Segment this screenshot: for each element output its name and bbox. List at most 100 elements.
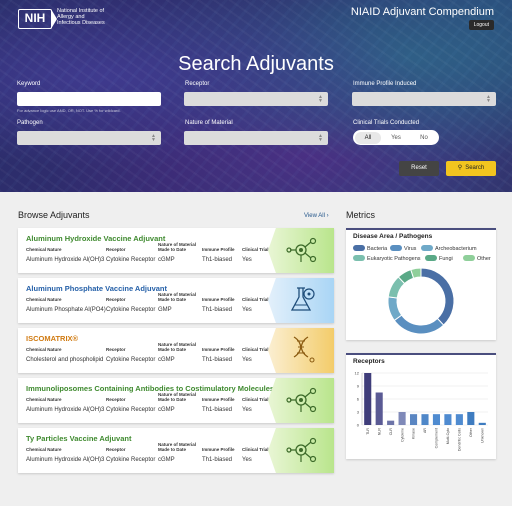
dna-icon xyxy=(293,336,315,363)
field-label-material: Nature of Material Made to Date xyxy=(158,392,197,402)
field-label-receptor: Receptor xyxy=(106,247,126,252)
browse-title: Browse Adjuvants xyxy=(18,210,90,220)
keyword-label: Keyword xyxy=(17,81,41,87)
field-value-immune: Th1-biased xyxy=(202,307,233,313)
field-label-receptor: Receptor xyxy=(106,397,126,402)
bar[interactable] xyxy=(444,414,452,425)
bar[interactable] xyxy=(467,412,475,425)
x-tick-label: Kinase xyxy=(412,428,416,439)
field-value-material: cGMP xyxy=(158,457,175,463)
bar[interactable] xyxy=(432,414,441,425)
trials-option-no[interactable]: No xyxy=(411,132,437,144)
bar[interactable] xyxy=(478,422,486,425)
bar[interactable] xyxy=(455,414,463,425)
material-label: Nature of Material xyxy=(185,120,233,126)
reset-button[interactable]: Reset xyxy=(399,161,439,176)
immune-profile-select[interactable]: ▲ ▼ xyxy=(352,92,496,106)
field-label-receptor: Receptor xyxy=(106,347,126,352)
adjuvant-name[interactable]: Aluminum Phosphate Vaccine Adjuvant xyxy=(26,284,167,293)
view-all-link[interactable]: View All › xyxy=(304,213,329,219)
field-value-immune: Th1-biased xyxy=(202,257,233,263)
nih-logo[interactable]: NIH xyxy=(18,8,57,29)
flask-icon xyxy=(290,287,315,311)
pathogen-label: Pathogen xyxy=(17,120,43,126)
receptor-select[interactable]: ▲ ▼ xyxy=(184,92,328,106)
adjuvant-card[interactable]: ISCOMATRIX® Chemical Nature Cholesterol an… xyxy=(18,328,334,373)
x-tick-label: Dendritic Cells xyxy=(458,428,462,451)
material-select[interactable]: ▲ ▼ xyxy=(184,131,328,145)
trials-option-all[interactable]: All xyxy=(355,131,381,144)
field-value-material: cGMP xyxy=(158,257,175,263)
search-title: Search Adjuvants xyxy=(178,53,334,75)
field-value-chemical: Aluminum Hydroxide Al(OH)3 xyxy=(26,457,105,463)
x-tick-label: CLR xyxy=(389,428,393,436)
field-label-trials: Clinical Trials xyxy=(242,347,272,352)
x-tick-label: Unknown xyxy=(480,428,484,443)
field-label-trials: Clinical Trials xyxy=(242,397,272,402)
adjuvant-name[interactable]: Aluminum Hydroxide Vaccine Adjuvant xyxy=(26,234,165,243)
app-title: NIAID Adjuvant Compendium xyxy=(350,6,494,18)
donut-slice[interactable] xyxy=(420,267,455,326)
pathogen-select[interactable]: ▲ ▼ xyxy=(17,131,161,145)
select-arrows-icon: ▲ ▼ xyxy=(151,133,156,143)
field-value-immune: Th1-biased xyxy=(202,457,233,463)
bar[interactable] xyxy=(409,414,418,425)
donut-slice[interactable] xyxy=(387,296,403,322)
field-label-material: Nature of Material Made to Date xyxy=(158,342,197,352)
receptors-panel: Receptors 0 3 6 9 12 TLR NLR CLR Cytokine Kinase A… xyxy=(346,353,496,459)
field-value-receptor: Cytokine Receptor xyxy=(106,407,156,413)
molecule-icon xyxy=(286,237,317,263)
card-illustration xyxy=(268,378,334,423)
adjuvant-card[interactable]: Ty Particles Vaccine Adjuvant Chemical Na… xyxy=(18,428,334,473)
field-label-trials: Clinical Trials xyxy=(242,447,272,452)
card-illustration xyxy=(268,278,334,323)
org-name-line: Infectious Diseases xyxy=(57,20,105,27)
clinical-trials-label: Clinical Trials Conducted xyxy=(353,120,420,126)
adjuvant-card[interactable]: Aluminum Hydroxide Vaccine Adjuvant Chemi… xyxy=(18,228,334,273)
donut-slice[interactable] xyxy=(393,314,445,335)
field-value-receptor: Cytokine Receptor xyxy=(106,307,156,313)
field-value-chemical: Cholesterol and phospholipid xyxy=(26,357,104,363)
field-value-material: cGMP xyxy=(158,357,175,363)
field-label-immune: Immune Profile xyxy=(202,447,235,452)
view-all-label: View All xyxy=(304,213,325,219)
field-value-immune: Th1-biased xyxy=(202,357,233,363)
molecule-icon xyxy=(286,437,317,463)
field-label-trials: Clinical Trials xyxy=(242,247,272,252)
x-tick-label: Cytokine xyxy=(400,428,404,442)
field-label-material: Nature of Material Made to Date xyxy=(158,442,197,452)
field-label-chemical: Chemical Nature xyxy=(26,297,62,302)
trials-option-yes[interactable]: Yes xyxy=(383,132,409,144)
bar[interactable] xyxy=(421,414,429,425)
select-arrows-icon: ▲ ▼ xyxy=(486,94,491,104)
field-label-chemical: Chemical Nature xyxy=(26,397,62,402)
field-value-receptor: Cytokine Receptor xyxy=(106,457,156,463)
y-tick-label: 6 xyxy=(357,397,360,402)
field-label-immune: Immune Profile xyxy=(202,247,235,252)
bar[interactable] xyxy=(387,420,395,425)
field-value-material: cGMP xyxy=(158,407,175,413)
field-value-receptor: Cytokine Receptor xyxy=(106,257,156,263)
field-value-trials: Yes xyxy=(242,407,252,413)
logout-button[interactable]: Logout xyxy=(468,20,494,30)
molecule-icon xyxy=(286,387,317,413)
adjuvant-name[interactable]: Ty Particles Vaccine Adjuvant xyxy=(26,434,131,443)
field-label-material: Nature of Material Made to Date xyxy=(158,292,197,302)
adjuvant-name[interactable]: ISCOMATRIX® xyxy=(26,334,78,343)
adjuvant-card[interactable]: Immunoliposomes Containing Antibodies to… xyxy=(18,378,334,423)
x-tick-label: TLR xyxy=(366,428,370,435)
bar[interactable] xyxy=(364,373,372,425)
adjuvant-name[interactable]: Immunoliposomes Containing Antibodies to… xyxy=(26,384,274,393)
bar[interactable] xyxy=(375,392,383,426)
x-tick-label: Other xyxy=(469,427,473,437)
metrics-title: Metrics xyxy=(346,210,375,220)
field-value-trials: Yes xyxy=(242,457,252,463)
bar[interactable] xyxy=(398,412,406,425)
search-button[interactable]: ⚲ Search xyxy=(446,161,496,176)
field-label-receptor: Receptor xyxy=(106,447,126,452)
field-value-receptor: Cytokine Receptor xyxy=(106,357,156,363)
keyword-input[interactable] xyxy=(17,92,161,106)
card-illustration xyxy=(268,328,334,373)
adjuvant-card[interactable]: Aluminum Phosphate Vaccine Adjuvant Chemi… xyxy=(18,278,334,323)
disease-area-donut-chart xyxy=(387,267,455,335)
